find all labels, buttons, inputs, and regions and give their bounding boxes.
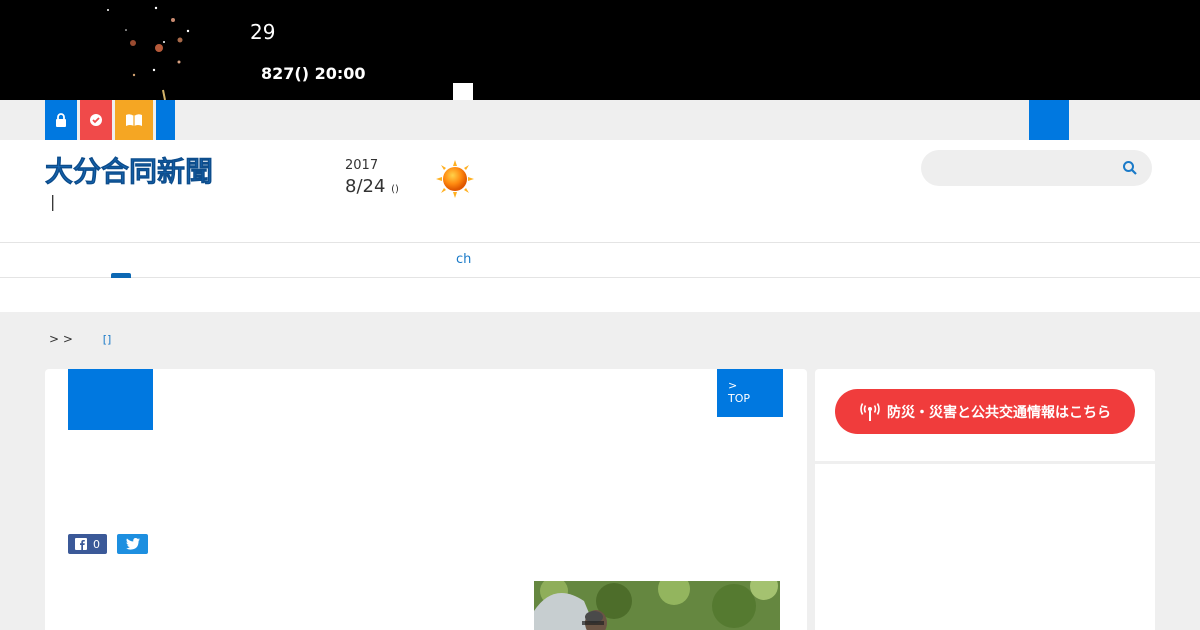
- nav-item-ch[interactable]: ch: [456, 252, 471, 267]
- breadcrumb-link[interactable]: []: [103, 333, 112, 346]
- broadcast-icon: [860, 402, 880, 421]
- search-icon[interactable]: [1122, 160, 1138, 176]
- facebook-count: 0: [93, 537, 100, 551]
- banner-number: 29: [250, 20, 276, 44]
- book-button[interactable]: [115, 100, 153, 140]
- current-date: 8/24 (): [345, 176, 399, 197]
- top-banner[interactable]: 29 827() 20:00: [0, 0, 1200, 100]
- svg-text:大分合同新聞: 大分合同新聞: [45, 155, 213, 188]
- check-circle-icon: [90, 114, 102, 126]
- top-button-label: TOP: [728, 392, 751, 405]
- book-icon: [126, 114, 142, 126]
- category-block: [68, 369, 153, 430]
- sidebar-content-card: [815, 464, 1155, 630]
- twitter-icon: [125, 538, 140, 550]
- fireworks-image: [107, 6, 190, 100]
- check-button[interactable]: [80, 100, 112, 140]
- top-button-arrow: >: [728, 379, 738, 392]
- breadcrumb: > > []: [49, 332, 111, 346]
- article-photo: [534, 581, 780, 630]
- disaster-info-label: 防災・災害と公共交通情報はこちら: [887, 404, 1111, 421]
- user-button[interactable]: [1029, 100, 1069, 140]
- current-year: 2017: [345, 158, 379, 173]
- lock-button[interactable]: [45, 100, 77, 140]
- sun-icon: [436, 160, 474, 198]
- top-button[interactable]: > TOP: [717, 369, 783, 417]
- article-card: > TOP 0: [45, 369, 807, 630]
- breadcrumb-separators: > >: [49, 332, 73, 346]
- date-weekday: (): [391, 184, 399, 195]
- sidebar-alert-card: 防災・災害と公共交通情報はこちら: [815, 369, 1155, 461]
- facebook-icon: [75, 538, 87, 550]
- utility-bar: [0, 100, 1200, 140]
- banner-datetime: 827() 20:00: [261, 64, 366, 83]
- nav-active-indicator: [111, 273, 131, 278]
- twitter-share-button[interactable]: [117, 534, 148, 554]
- date-value: 8/24: [345, 176, 386, 197]
- site-header: 大分合同新聞 | 2017 8/24 () ch: [0, 140, 1200, 312]
- facebook-share-button[interactable]: 0: [68, 534, 107, 554]
- banner-white-box: [453, 83, 473, 100]
- lock-icon: [56, 113, 66, 127]
- search-input[interactable]: [921, 150, 1152, 186]
- menu-tab-button[interactable]: [156, 100, 175, 140]
- logo-subtitle: |: [50, 192, 56, 211]
- share-buttons: 0: [68, 534, 148, 554]
- site-logo[interactable]: 大分合同新聞: [45, 152, 265, 192]
- disaster-info-button[interactable]: 防災・災害と公共交通情報はこちら: [835, 389, 1135, 434]
- main-nav: ch: [0, 242, 1200, 278]
